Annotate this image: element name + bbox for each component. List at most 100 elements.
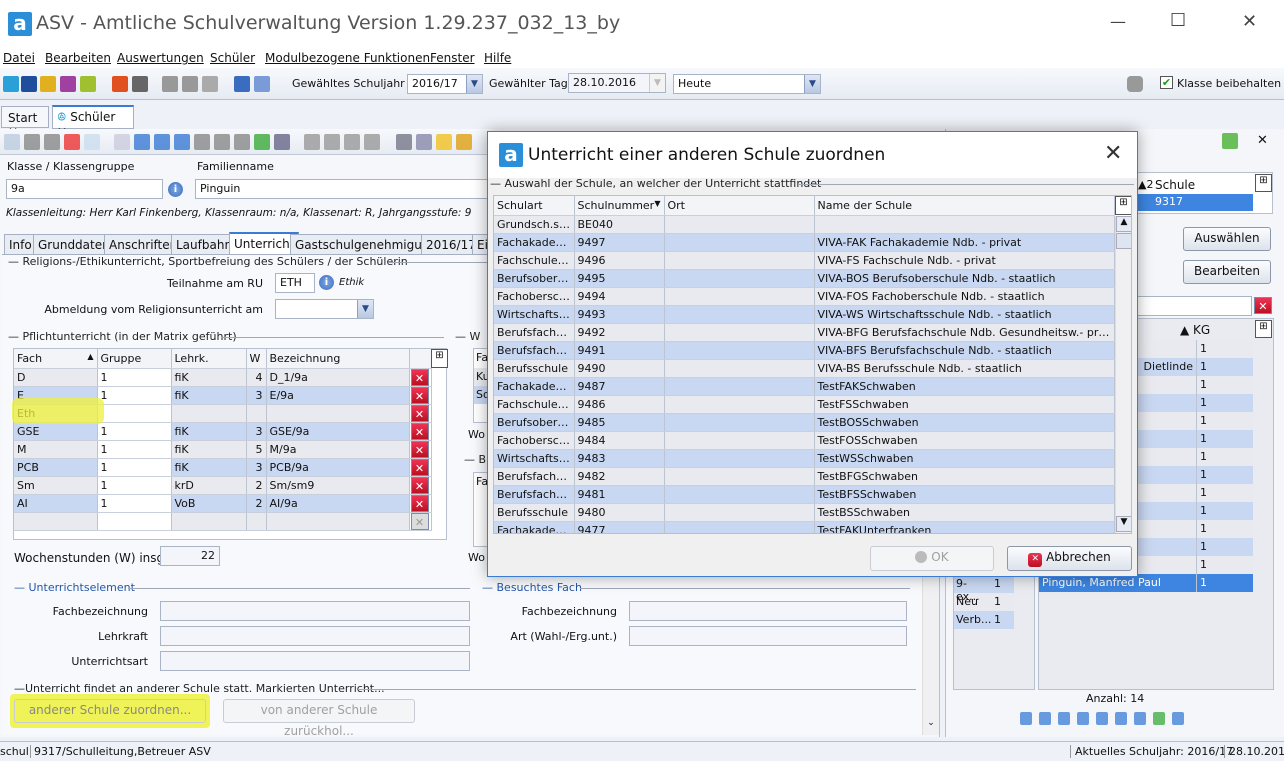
school-row[interactable]: Grundsch.so... BE040 xyxy=(494,215,1115,234)
cell[interactable]: M xyxy=(14,440,98,459)
delete-icon[interactable]: ✕ xyxy=(410,404,429,421)
cell[interactable]: AI xyxy=(14,494,98,513)
cell[interactable]: VoB xyxy=(171,494,247,513)
next-page-icon[interactable] xyxy=(214,134,230,150)
chevron-down-icon[interactable]: ▼ xyxy=(804,75,820,93)
tab-start[interactable]: Start ✕ xyxy=(1,106,49,139)
minimize-button[interactable]: — xyxy=(1110,12,1126,31)
copy-icon[interactable] xyxy=(1020,712,1032,725)
toolbar-icon[interactable] xyxy=(202,76,218,92)
info-icon[interactable]: i xyxy=(168,182,183,197)
group-row[interactable]: Verb... 1 xyxy=(954,611,1014,629)
cell[interactable]: Sm xyxy=(14,476,98,495)
besucht-fach-input[interactable] xyxy=(629,601,907,621)
menu-hilfe[interactable]: Hilfe xyxy=(484,51,511,65)
cell[interactable]: fiK xyxy=(171,422,247,441)
menu-schüler[interactable]: Schüler xyxy=(210,51,255,65)
school-row[interactable]: Wirtschaftssc... 9483 TestWSSchwaben xyxy=(494,449,1115,468)
cell[interactable] xyxy=(97,512,172,531)
menu-fenster[interactable]: Fenster xyxy=(430,51,475,65)
tag-input[interactable]: 28.10.2016 ▼ xyxy=(568,73,666,93)
delete-icon[interactable]: ✕ xyxy=(410,368,429,385)
cell[interactable]: Sm/sm9 xyxy=(266,476,410,495)
refresh-icon[interactable] xyxy=(254,134,270,150)
school-row[interactable]: Wirtschaftssc... 9493 VIVA-WS Wirtschaftss… xyxy=(494,305,1115,324)
list-icon[interactable] xyxy=(1172,712,1184,725)
column-chooser-icon[interactable]: ⊞ xyxy=(1115,196,1131,215)
cell[interactable]: 3 xyxy=(246,386,267,405)
school-row[interactable]: Berufsfachsc... 9482 TestBFGSchwaben xyxy=(494,467,1115,486)
delete-icon[interactable]: ✕ xyxy=(410,476,429,493)
cell[interactable] xyxy=(97,404,172,423)
menu-auswertungen[interactable]: Auswertungen xyxy=(117,51,204,65)
cell[interactable]: AI/9a xyxy=(266,494,410,513)
cell[interactable]: 5 xyxy=(246,440,267,459)
maximize-button[interactable]: ☐ xyxy=(1170,10,1186,31)
abbrechen-button[interactable]: ✕ Abbrechen xyxy=(1007,546,1132,571)
fachbezeichnung-input[interactable] xyxy=(160,601,470,621)
klasse-input[interactable]: 9a xyxy=(6,179,163,199)
cell[interactable]: D xyxy=(14,368,98,387)
remove-icon[interactable] xyxy=(84,134,100,150)
last-icon[interactable] xyxy=(234,134,250,150)
refresh-icon[interactable] xyxy=(1153,712,1165,725)
lehrkraft-input[interactable] xyxy=(160,626,470,646)
cell[interactable] xyxy=(171,512,247,531)
chevron-down-icon[interactable]: ▼ xyxy=(466,75,482,93)
close-panel-button[interactable]: ✕ xyxy=(1257,133,1268,148)
school-row[interactable]: Fachschule S... 9486 TestFSSchwaben xyxy=(494,395,1115,414)
student-search-input[interactable] xyxy=(1137,296,1252,316)
save-icon[interactable] xyxy=(24,134,40,150)
cell[interactable]: E/9a xyxy=(266,386,410,405)
cell[interactable]: 4 xyxy=(246,368,267,387)
delete-icon[interactable]: ✕ xyxy=(410,422,429,439)
subtab-laufbahn[interactable]: Laufbahn xyxy=(171,234,238,255)
cell[interactable]: fiK xyxy=(171,368,247,387)
cell[interactable]: D_1/9a xyxy=(266,368,410,387)
cell[interactable]: fiK xyxy=(171,386,247,405)
cell[interactable]: 1 xyxy=(97,476,172,495)
schuljahr-select[interactable]: 2016/17 ▼ xyxy=(407,74,483,94)
besucht-art-input[interactable] xyxy=(629,626,907,646)
cell[interactable] xyxy=(171,404,247,423)
menu-modulbezogene-funktionen[interactable]: Modulbezogene Funktionen xyxy=(265,51,430,65)
scroll-down-icon[interactable]: ▼ xyxy=(1116,516,1131,532)
cell[interactable]: PCB xyxy=(14,458,98,477)
bearbeiten-button[interactable]: Bearbeiten xyxy=(1183,260,1271,284)
table-row[interactable]: PCB 1 fiK 3 PCB/9a ✕ xyxy=(14,458,432,477)
scroll-up-icon[interactable]: ▲ xyxy=(1116,216,1131,232)
table-row[interactable]: GSE 1 fiK 3 GSE/9a ✕ xyxy=(14,422,432,441)
table-row[interactable]: M 1 fiK 5 M/9a ✕ xyxy=(14,440,432,459)
column-header[interactable]: Schulnummer ▼ xyxy=(574,196,665,216)
teilnahme-input[interactable]: ETH xyxy=(275,273,315,293)
school-row[interactable]: Fachakademi... 9487 TestFAKSchwaben xyxy=(494,377,1115,396)
column-header[interactable]: Ort xyxy=(664,196,815,216)
school-row[interactable]: Fachobersch... 9494 VIVA-FOS Fachoberschul… xyxy=(494,287,1115,306)
subtab-gastschulgenehmigung[interactable]: Gastschulgenehmigung xyxy=(290,234,443,255)
chevron-down-icon[interactable]: ▼ xyxy=(357,300,373,318)
delete-icon[interactable] xyxy=(64,134,80,150)
bell-icon[interactable] xyxy=(456,134,472,150)
tab-schueler[interactable]: ꔮ Schüler ✕ xyxy=(52,105,134,139)
column-chooser-icon[interactable]: ⊞ xyxy=(431,349,448,368)
undo-icon[interactable] xyxy=(44,134,60,150)
delete-icon[interactable]: ✕ xyxy=(410,494,429,511)
cell[interactable]: 1 xyxy=(97,422,172,441)
school-row[interactable]: Berufsschule 9480 TestBSSchwaben xyxy=(494,503,1115,522)
prev-icon[interactable] xyxy=(174,134,190,150)
cell[interactable]: 2 xyxy=(246,494,267,513)
school-row[interactable]: Berufsschule 9490 VIVA-BS Berufsschule Ndb… xyxy=(494,359,1115,378)
cell[interactable]: 2 xyxy=(246,476,267,495)
subtab-info[interactable]: Info xyxy=(4,234,37,255)
table-row[interactable]: AI 1 VoB 2 AI/9a ✕ xyxy=(14,494,432,513)
prev-icon[interactable] xyxy=(1077,712,1089,725)
cell[interactable]: 1 xyxy=(97,494,172,513)
cell[interactable]: PCB/9a xyxy=(266,458,410,477)
school-row[interactable]: Berufsfachsc... 9481 TestBFSSchwaben xyxy=(494,485,1115,504)
cell[interactable]: GSE/9a xyxy=(266,422,410,441)
toolbar-icon[interactable] xyxy=(182,76,198,92)
cell[interactable] xyxy=(266,404,410,423)
last-icon[interactable] xyxy=(1134,712,1146,725)
prev-page-icon[interactable] xyxy=(1058,712,1070,725)
cell[interactable]: 3 xyxy=(246,458,267,477)
